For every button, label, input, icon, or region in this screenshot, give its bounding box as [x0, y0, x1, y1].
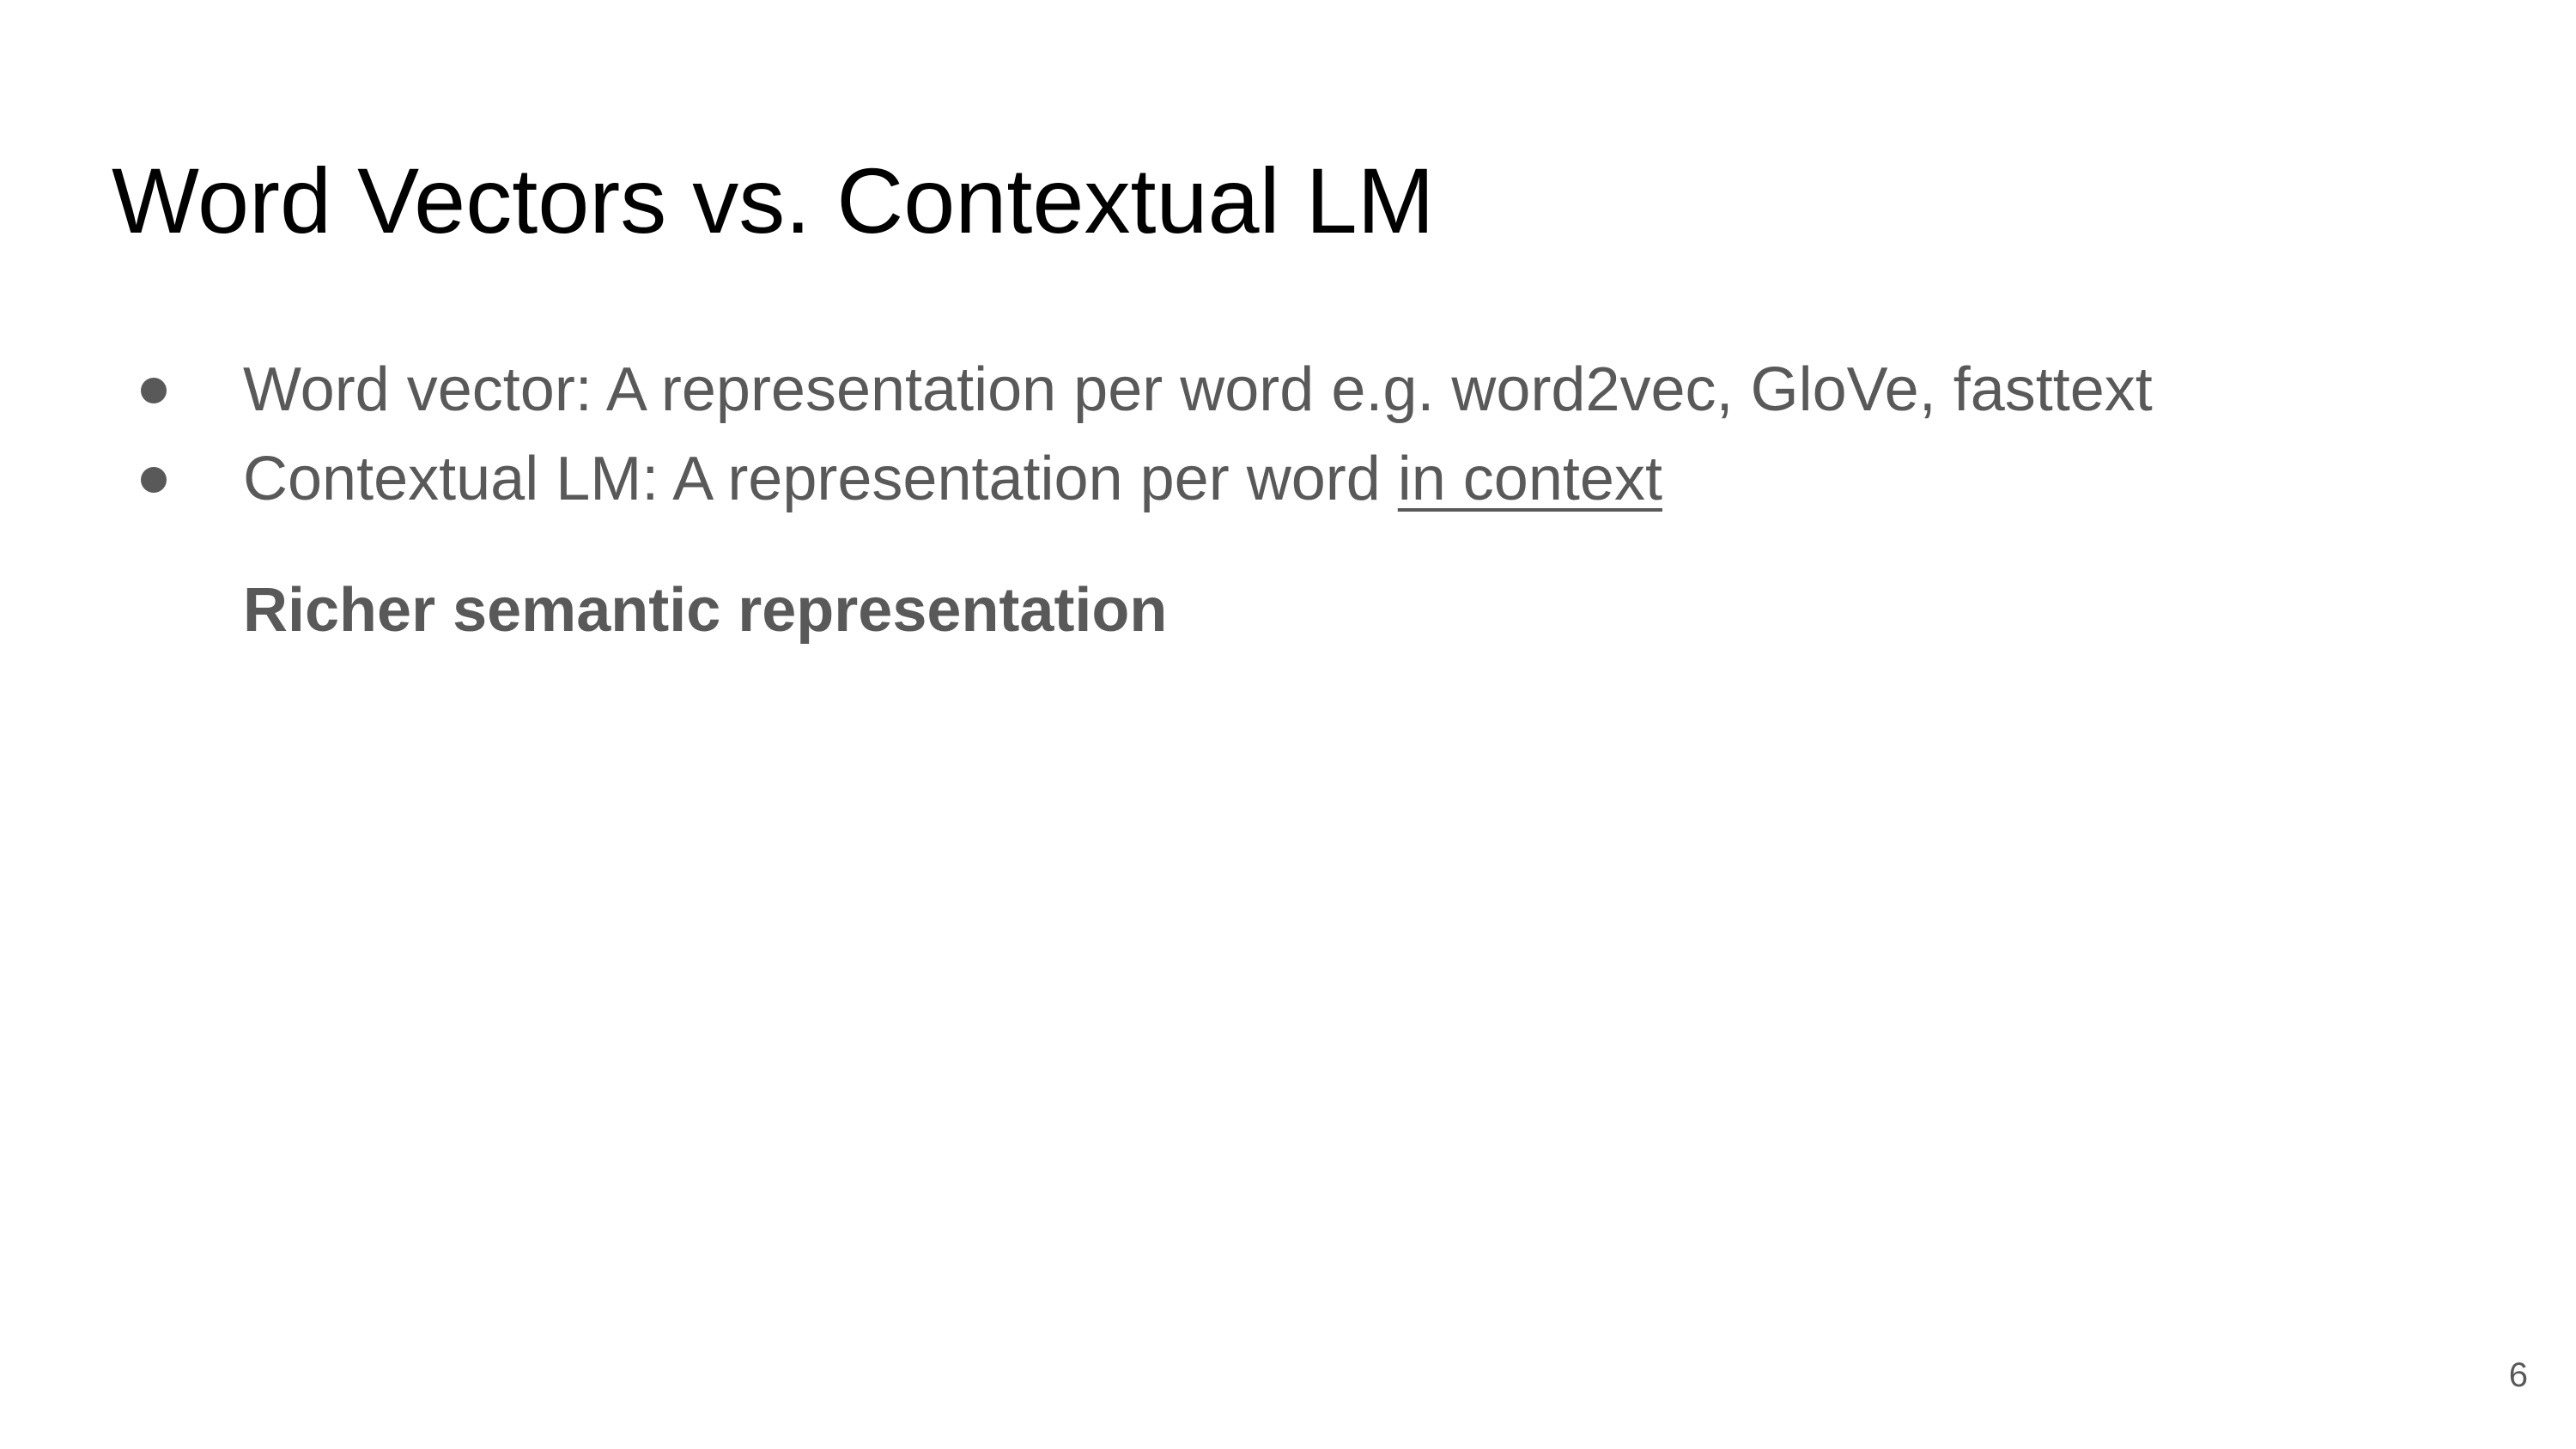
emphasis-text: Richer semantic representation	[243, 576, 1168, 645]
bullet-icon	[141, 378, 167, 403]
bullet-text-plain: Contextual LM: A representation per word	[243, 445, 1398, 513]
slide: Word Vectors vs. Contextual LM Word vect…	[0, 0, 2576, 1449]
bullet-text: Contextual LM: A representation per word…	[243, 448, 1662, 510]
bullet-text-underlined: in context	[1397, 445, 1662, 513]
bullet-text: Word vector: A representation per word e…	[243, 355, 2153, 424]
slide-title: Word Vectors vs. Contextual LM	[112, 149, 1435, 252]
bullet-icon	[141, 467, 167, 493]
page-number: 6	[2508, 1356, 2528, 1394]
